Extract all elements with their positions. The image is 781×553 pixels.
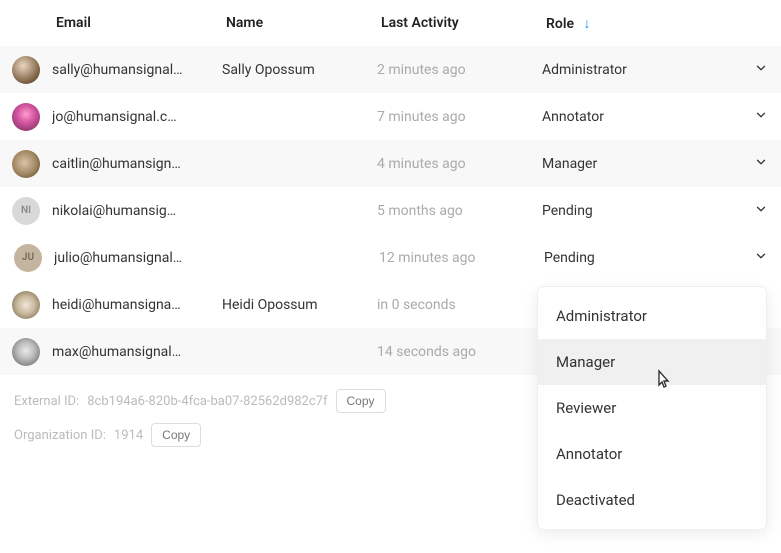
header-role[interactable]: Role ↓ [542, 15, 741, 32]
org-id-value: 1914 [114, 428, 143, 443]
dropdown-item-annotator[interactable]: Annotator [538, 431, 766, 477]
chevron-down-icon [754, 249, 768, 267]
table-row[interactable]: NI nikolai@humansig… 5 months agoPending [0, 187, 781, 234]
email-cell: caitlin@humansign… [52, 156, 222, 172]
avatar-cell [0, 150, 52, 178]
avatar [12, 338, 40, 366]
table-row[interactable]: jo@humansignal.c… 7 minutes agoAnnotator [0, 93, 781, 140]
header-name[interactable]: Name [222, 15, 377, 31]
role-cell: Pending [544, 250, 741, 266]
avatar [12, 150, 40, 178]
role-cell: Manager [542, 156, 741, 172]
copy-org-id-button[interactable]: Copy [151, 423, 201, 447]
dropdown-item-deactivated[interactable]: Deactivated [538, 477, 766, 523]
avatar-cell: JU [2, 244, 54, 272]
avatar [12, 56, 40, 84]
external-id-value: 8cb194a6-820b-4fca-ba07-82562d982c7f [87, 394, 327, 409]
avatar: NI [12, 197, 40, 225]
table-row[interactable]: JU julio@humansignal… 12 minutes agoPendin… [0, 234, 781, 281]
avatar: JU [14, 244, 42, 272]
activity-cell: 4 minutes ago [377, 156, 542, 172]
activity-cell: 5 months ago [377, 203, 542, 219]
chevron-down-icon [754, 202, 768, 220]
email-cell: julio@humansignal… [54, 250, 224, 266]
activity-cell: 12 minutes ago [379, 250, 544, 266]
role-dropdown[interactable]: AdministratorManagerReviewerAnnotatorDea… [537, 286, 767, 530]
table-header: Email Name Last Activity Role ↓ [0, 0, 781, 46]
avatar [12, 103, 40, 131]
avatar-cell [0, 338, 52, 366]
sort-arrow-icon: ↓ [583, 16, 590, 32]
dropdown-item-reviewer[interactable]: Reviewer [538, 385, 766, 431]
avatar [12, 291, 40, 319]
org-id-label: Organization ID: [14, 428, 106, 443]
chevron-down-icon [754, 155, 768, 173]
dropdown-item-administrator[interactable]: Administrator [538, 293, 766, 339]
email-cell: nikolai@humansig… [52, 203, 222, 219]
chevron-down-icon [754, 61, 768, 79]
avatar-cell [0, 103, 52, 131]
table-row[interactable]: sally@humansignal…Sally Opossum2 minutes… [0, 46, 781, 93]
role-cell: Annotator [542, 109, 741, 125]
dropdown-item-manager[interactable]: Manager [538, 339, 766, 385]
role-cell: Administrator [542, 62, 741, 78]
role-chevron[interactable] [741, 108, 781, 126]
activity-cell: 2 minutes ago [377, 62, 542, 78]
chevron-down-icon [754, 108, 768, 126]
header-email[interactable]: Email [52, 15, 222, 31]
table-row[interactable]: caitlin@humansign… 4 minutes agoManager [0, 140, 781, 187]
name-cell: Heidi Opossum [222, 297, 377, 313]
role-cell: Pending [542, 203, 741, 219]
role-chevron[interactable] [741, 202, 781, 220]
name-cell: Sally Opossum [222, 62, 377, 78]
email-cell: heidi@humansigna… [52, 297, 222, 313]
header-last-activity[interactable]: Last Activity [377, 15, 542, 31]
email-cell: jo@humansignal.c… [52, 109, 222, 125]
external-id-label: External ID: [14, 394, 79, 409]
email-cell: sally@humansignal… [52, 62, 222, 78]
role-chevron[interactable] [741, 61, 781, 79]
avatar-cell [0, 56, 52, 84]
avatar-cell: NI [0, 197, 52, 225]
header-role-label: Role [546, 16, 574, 32]
activity-cell: 14 seconds ago [377, 344, 542, 360]
activity-cell: in 0 seconds [377, 297, 542, 313]
avatar-cell [0, 291, 52, 319]
role-chevron[interactable] [741, 155, 781, 173]
copy-external-id-button[interactable]: Copy [336, 389, 386, 413]
activity-cell: 7 minutes ago [377, 109, 542, 125]
email-cell: max@humansignal… [52, 344, 222, 360]
role-chevron[interactable] [741, 249, 781, 267]
